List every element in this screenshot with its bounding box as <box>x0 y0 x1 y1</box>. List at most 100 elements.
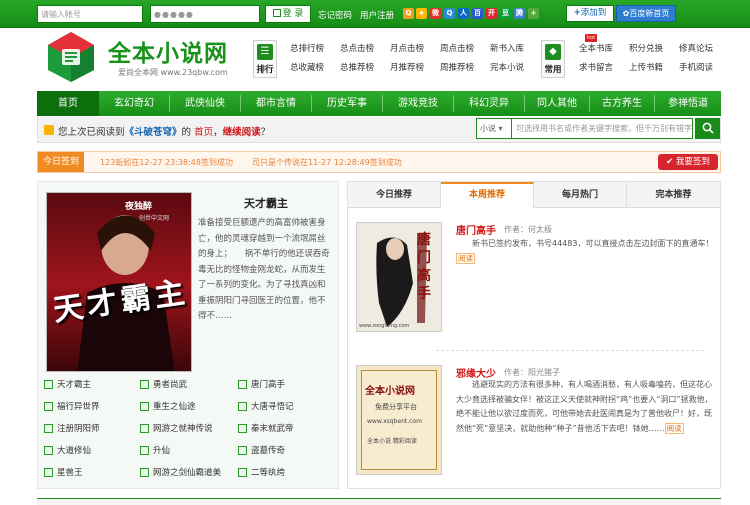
divider <box>436 350 704 351</box>
nav-item[interactable]: 科幻灵异 <box>454 91 524 116</box>
rec-author: 作者：阳光猪子 <box>504 367 560 378</box>
book-link[interactable]: 唐门高手 <box>238 378 285 390</box>
book-link[interactable]: 天才霸主 <box>44 378 91 390</box>
last-read-chapter-link[interactable]: 首页 <box>194 127 213 138</box>
book-link[interactable]: 升仙 <box>140 444 170 456</box>
password-input[interactable]: ●●●●● <box>150 5 260 23</box>
rec-cover[interactable]: 全本小说网 免费分享平台 www.xsqbent.com 全本小说 精彩阅读 <box>356 365 442 475</box>
book-link[interactable]: 大道修仙 <box>44 444 91 456</box>
renren-icon[interactable]: 人 <box>458 8 469 19</box>
baidu-icon[interactable]: 百 <box>472 8 483 19</box>
rec-description: 新书已签约发布，书号44483，可以直接点击左边封面下的直通车！ 阅读 <box>456 237 716 266</box>
qzone-icon[interactable]: Q <box>403 8 414 19</box>
search-type-select[interactable]: 小说 ▾ <box>476 118 512 139</box>
qq-icon[interactable]: Q <box>444 8 455 19</box>
read-tag[interactable]: 阅读 <box>664 422 684 434</box>
book-link[interactable]: 二等纨绔 <box>238 466 285 478</box>
main-nav: 首页 玄幻奇幻 武侠仙侠 都市言情 历史军事 游戏竞技 科幻灵异 同人其他 古方… <box>37 91 721 116</box>
search-button[interactable] <box>695 118 720 139</box>
nav-item[interactable]: 历史军事 <box>312 91 382 116</box>
nav-item[interactable]: 同人其他 <box>525 91 589 116</box>
rank-icon-block[interactable]: ☰ 排行 <box>253 40 277 78</box>
rec-cover[interactable]: 唐门高手 www.zongheng.com <box>356 222 442 332</box>
common-link[interactable]: 手机阅读 <box>679 59 713 77</box>
rec-cover-site: www.zongheng.com <box>359 323 410 329</box>
book-link[interactable]: 网游之就神传说 <box>140 422 213 434</box>
nav-item[interactable]: 参禅悟道 <box>655 91 721 116</box>
nav-item[interactable]: 都市言情 <box>241 91 311 116</box>
nav-item[interactable]: 古方养生 <box>590 91 654 116</box>
rank-label: 排行 <box>256 65 274 75</box>
common-link[interactable]: 修真论坛 <box>679 40 713 58</box>
top-bar: 请输入帐号 ●●●●● 登 录 忘记密码 用户注册 Q ★ 微 Q 人 百 开 … <box>0 0 750 28</box>
nav-item-home[interactable]: 首页 <box>37 91 99 116</box>
nav-item[interactable]: 游戏竞技 <box>383 91 453 116</box>
baidu-homepage-button[interactable]: ✿百度新首页 <box>616 5 676 22</box>
common-link[interactable]: 求书留言 <box>579 59 613 77</box>
rank-link[interactable]: 总排行榜 <box>290 40 324 58</box>
featured-title[interactable]: 天才霸主 <box>244 195 288 211</box>
search-icon <box>702 122 714 134</box>
last-read-comma: ， <box>213 127 223 138</box>
account-input[interactable]: 请输入帐号 <box>37 5 143 23</box>
add-to-button[interactable]: +添加到 <box>566 5 614 22</box>
rank-link[interactable]: 完本小说 <box>490 59 524 77</box>
checkin-button[interactable]: ✔ 我要签到 <box>658 154 718 170</box>
checkin-icon: ✔ <box>666 157 674 167</box>
rec-author-name: 何太极 <box>528 225 552 234</box>
common-link[interactable]: 全本书库 <box>579 40 613 58</box>
rank-link[interactable]: 月点击榜 <box>390 40 424 58</box>
rank-link[interactable]: 总点击榜 <box>340 40 374 58</box>
book-link[interactable]: 福行异世界 <box>44 400 100 412</box>
logo-icon[interactable] <box>46 31 96 83</box>
forgot-password-link[interactable]: 忘记密码 <box>318 9 352 21</box>
common-icon-block[interactable]: ◆ 常用 <box>541 40 565 78</box>
continue-reading-link[interactable]: 继续阅读 <box>223 127 261 138</box>
read-tag[interactable]: 阅读 <box>456 252 475 264</box>
register-link[interactable]: 用户注册 <box>360 9 394 21</box>
nav-item[interactable]: 武侠仙侠 <box>170 91 240 116</box>
rank-link[interactable]: 新书入库 <box>490 40 524 58</box>
book-link[interactable]: 网游之剑仙霸道美 <box>140 466 221 478</box>
rank-link[interactable]: 周推荐榜 <box>440 59 474 77</box>
login-label: 登 录 <box>282 9 304 19</box>
book-link[interactable]: 勇者尚武 <box>140 378 187 390</box>
chevron-down-icon: ▾ <box>498 124 503 133</box>
rank-link[interactable]: 月推荐榜 <box>390 59 424 77</box>
book-link[interactable]: 星兽王 <box>44 466 83 478</box>
star-icon[interactable]: ★ <box>416 8 427 19</box>
plus-icon[interactable]: + <box>528 8 539 19</box>
tab-complete[interactable]: 完本推荐 <box>627 182 720 208</box>
book-link[interactable]: 注册阴阳师 <box>44 422 100 434</box>
book-link[interactable]: 重生之仙途 <box>140 400 196 412</box>
rec-author-name: 阳光猪子 <box>528 368 560 377</box>
search-input[interactable]: 可选择用书名或作者关键字搜索，但千万别有错字 <box>512 118 693 139</box>
rank-link[interactable]: 总收藏榜 <box>290 59 324 77</box>
common-link[interactable]: 上传书籍 <box>629 59 663 77</box>
tab-today[interactable]: 今日推荐 <box>348 182 441 208</box>
login-button[interactable]: 登 录 <box>265 5 311 23</box>
rank-link[interactable]: 总推荐榜 <box>340 59 374 77</box>
recommend-panel: 今日推荐 本周推荐 每月热门 完本推荐 唐门高手 www.zongheng.co… <box>347 181 721 489</box>
featured-cover[interactable]: 夜独醉 创世中文网 天才霸主 <box>46 192 192 372</box>
bookmark-icon: ◆ <box>545 44 561 60</box>
tab-month[interactable]: 每月热门 <box>534 182 627 208</box>
douban-icon[interactable]: 豆 <box>500 8 511 19</box>
rec-title[interactable]: 唐门高手 <box>456 222 496 237</box>
rec-description-text: 新书已签约发布，书号44483，可以直接点击左边封面下的直通车！ <box>472 239 714 248</box>
book-link[interactable]: 大唐寻悟记 <box>238 400 294 412</box>
tab-week[interactable]: 本周推荐 <box>441 182 534 209</box>
rank-link[interactable]: 周点击榜 <box>440 40 474 58</box>
nav-item[interactable]: 玄幻奇幻 <box>99 91 169 116</box>
common-link[interactable]: 积分兑换 <box>629 40 663 58</box>
tencent-weibo-icon[interactable]: 腾 <box>514 8 525 19</box>
site-logo-text[interactable]: 全本小说网 <box>108 34 228 68</box>
last-read-book-link[interactable]: 《斗破苍穹》 <box>125 127 182 138</box>
book-link[interactable]: 盗墓传奇 <box>238 444 285 456</box>
kaixin-icon[interactable]: 开 <box>486 8 497 19</box>
last-read-mid: 的 <box>181 127 192 138</box>
book-link[interactable]: 秦末就武帝 <box>238 422 294 434</box>
checkin-message: 司只是个传说在11-27 12:28:49签到成功 <box>252 158 402 167</box>
recommend-tabs: 今日推荐 本周推荐 每月热门 完本推荐 <box>348 182 720 209</box>
sina-weibo-icon[interactable]: 微 <box>430 8 441 19</box>
